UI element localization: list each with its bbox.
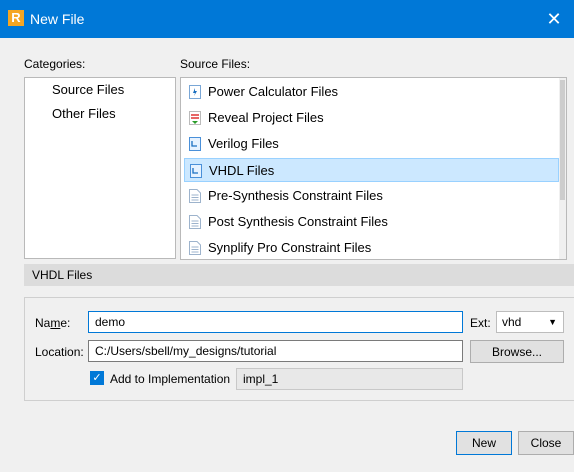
list-item-label: Synplify Pro Constraint Files	[208, 240, 372, 255]
new-button[interactable]: New	[456, 431, 512, 455]
add-to-implementation-checkbox[interactable]: ✓	[90, 371, 104, 385]
document-icon	[189, 241, 201, 255]
source-files-list[interactable]: Power Calculator Files Reveal Project Fi…	[180, 77, 567, 260]
source-file-item-synplify-pro[interactable]: Synplify Pro Constraint Files	[184, 236, 559, 259]
add-to-implementation-label[interactable]: Add to Implementation	[110, 372, 230, 386]
list-item-label: Reveal Project Files	[208, 110, 324, 125]
close-window-button[interactable]: ✕	[534, 0, 574, 38]
ext-select[interactable]: vhd ▼	[496, 311, 564, 333]
location-label: Location:	[35, 345, 84, 359]
ext-label: Ext:	[470, 316, 491, 330]
browse-button[interactable]: Browse...	[470, 340, 564, 363]
categories-label: Categories:	[24, 57, 86, 71]
category-item-other-files[interactable]: Other Files	[52, 106, 116, 121]
verilog-file-icon	[189, 137, 201, 151]
source-file-item-reveal-project[interactable]: Reveal Project Files	[184, 106, 559, 130]
reveal-project-icon	[189, 111, 201, 125]
list-item-label: Power Calculator Files	[208, 84, 339, 99]
list-item-label: Post Synthesis Constraint Files	[208, 214, 388, 229]
chevron-down-icon: ▼	[548, 317, 557, 327]
source-files-label: Source Files:	[180, 57, 251, 71]
list-item-label: Pre-Synthesis Constraint Files	[208, 188, 383, 203]
name-label: Name:	[35, 316, 71, 330]
document-icon	[189, 215, 201, 229]
file-type-header: VHDL Files	[24, 264, 574, 286]
location-input[interactable]: C:/Users/sbell/my_designs/tutorial	[88, 340, 463, 362]
title-bar: R New File ✕	[0, 0, 574, 38]
power-calculator-icon	[189, 85, 201, 99]
vhdl-file-icon	[190, 164, 202, 178]
source-file-item-post-synthesis[interactable]: Post Synthesis Constraint Files	[184, 210, 559, 234]
list-item-label: VHDL Files	[209, 163, 275, 178]
categories-list[interactable]: Source Files Other Files	[24, 77, 176, 259]
window-title: New File	[30, 11, 85, 27]
new-file-dialog: R New File ✕ Categories: Source Files Ot…	[0, 0, 574, 472]
source-file-item-vhdl[interactable]: VHDL Files	[184, 158, 559, 182]
close-button[interactable]: Close	[518, 431, 574, 455]
source-file-item-pre-synthesis[interactable]: Pre-Synthesis Constraint Files	[184, 184, 559, 208]
source-file-item-verilog[interactable]: Verilog Files	[184, 132, 559, 156]
source-file-item-power-calculator[interactable]: Power Calculator Files	[184, 80, 559, 104]
implementation-field: impl_1	[236, 368, 463, 390]
name-input[interactable]: demo	[88, 311, 463, 333]
list-item-label: Verilog Files	[208, 136, 279, 151]
app-logo-icon: R	[8, 10, 24, 26]
ext-select-value: vhd	[502, 315, 522, 329]
source-files-scrollbar[interactable]	[559, 78, 566, 259]
category-item-source-files[interactable]: Source Files	[52, 82, 124, 97]
scrollbar-thumb[interactable]	[560, 80, 565, 200]
document-icon	[189, 189, 201, 203]
file-type-header-text: VHDL Files	[32, 268, 93, 282]
